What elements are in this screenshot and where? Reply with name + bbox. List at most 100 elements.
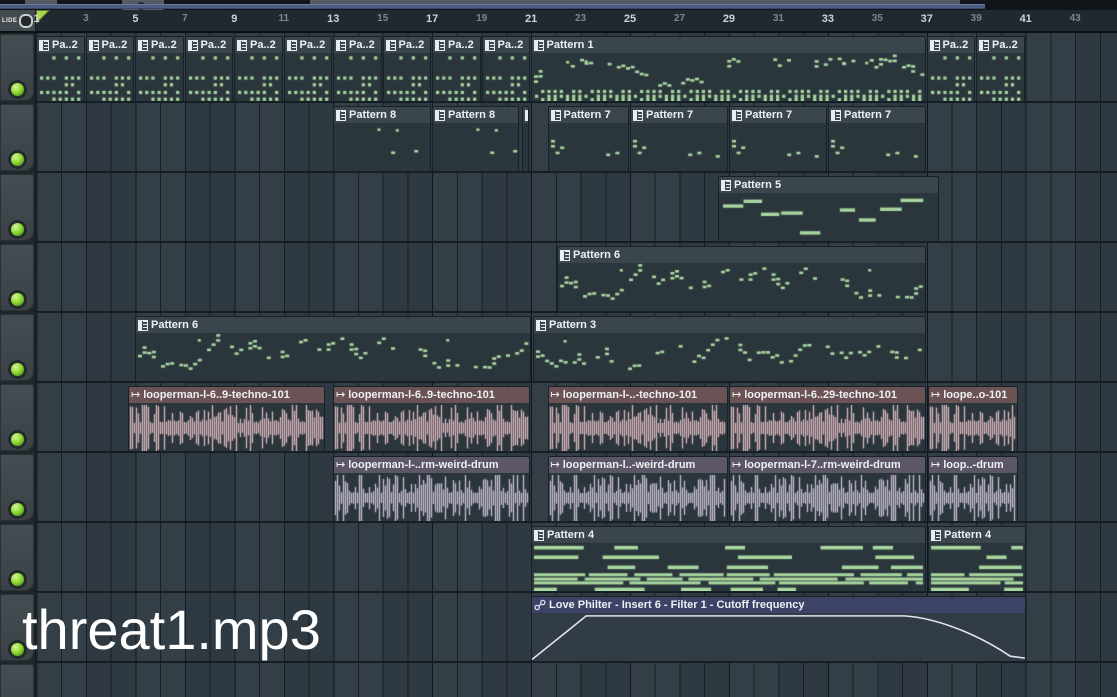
track-mute-led[interactable] [11, 573, 24, 586]
clip-header[interactable]: Pa..2 [136, 37, 183, 53]
track-mute-led[interactable] [11, 503, 24, 516]
clip-body [719, 193, 938, 241]
clip-header[interactable]: ↦ looperman-l-6..29-techno-101 [730, 387, 925, 403]
clip-header[interactable]: Pattern 1 [531, 37, 925, 53]
audio-clip[interactable]: ↦ looperman-l-6..9-techno-101 [333, 386, 530, 452]
clip-header[interactable]: Pa..2 [927, 37, 974, 53]
midi-clip-icon [560, 249, 570, 261]
automation-clip[interactable]: Love Philter - Insert 6 - Filter 1 - Cut… [531, 596, 1026, 662]
clip-header[interactable]: Pa..2 [86, 37, 133, 53]
audio-clip[interactable]: ↦ looperman-l..-weird-drum [547, 456, 728, 522]
track-mute-led[interactable] [11, 153, 24, 166]
clip-header[interactable]: Pattern 7 [829, 107, 925, 123]
pattern-clip[interactable]: Pattern 7 [630, 106, 728, 172]
track-head[interactable] [0, 104, 34, 171]
pattern-clip[interactable]: Pa..2 [85, 36, 134, 102]
audio-clip[interactable]: ↦ loop..-drum [928, 456, 1018, 522]
pattern-clip[interactable]: Pattern 1 [530, 36, 926, 102]
pattern-clip[interactable]: Pa..2 [234, 36, 283, 102]
clip-header[interactable]: ↦ looperman-l-6..9-techno-101 [334, 387, 529, 403]
clip-header[interactable]: Pattern 5 [719, 177, 938, 193]
track-head[interactable] [0, 244, 34, 311]
audio-clip[interactable]: ↦ looperman-l-..rm-weird-drum [333, 456, 530, 522]
track-head[interactable] [0, 524, 34, 591]
pattern-clip[interactable]: Pattern 4 [928, 526, 1026, 592]
clip-header[interactable]: Pa..2 [37, 37, 84, 53]
audio-clip[interactable]: ↦ loope..o-101 [928, 386, 1018, 452]
track-mute-led[interactable] [11, 83, 24, 96]
timeline-ruler[interactable]: 1 3 5 7 9 11 13 15 17 19 21 23 25 27 29 31 33 35 37 39 41 43 [33, 10, 1117, 33]
clip-header[interactable]: ↦ looperman-l-..rm-weird-drum [334, 457, 529, 473]
clip-header[interactable]: ↦ looperman-l..-weird-drum [548, 457, 727, 473]
clip-header[interactable]: Pattern 7 [730, 107, 826, 123]
pattern-clip[interactable]: Pattern 6 [135, 316, 531, 382]
pattern-clip[interactable]: Pattern 7 [729, 106, 827, 172]
pattern-clip[interactable]: Pa..2 [976, 36, 1025, 102]
track-head[interactable] [0, 664, 34, 697]
horizontal-scrollbar-blue[interactable] [0, 4, 985, 9]
pattern-clip[interactable]: Pa..2 [283, 36, 332, 102]
audio-clip[interactable]: ↦ looperman-l-7..rm-weird-drum [729, 456, 926, 522]
clip-header[interactable]: Pa..2 [185, 37, 232, 53]
clip-header[interactable]: ↦ loope..o-101 [929, 387, 1017, 403]
clip-header[interactable] [522, 107, 528, 123]
pattern-clip[interactable]: Pa..2 [432, 36, 481, 102]
track-mute-led[interactable] [11, 363, 24, 376]
clip-body [730, 403, 925, 451]
clip-label: Pa..2 [497, 39, 524, 51]
clip-header[interactable]: Pa..2 [977, 37, 1024, 53]
track-mute-led[interactable] [11, 293, 24, 306]
clip-header[interactable]: Pattern 6 [558, 247, 925, 263]
clip-label: Pattern 4 [944, 529, 992, 541]
pattern-clip[interactable]: Pattern 4 [531, 526, 926, 592]
pattern-clip[interactable]: Pa..2 [382, 36, 431, 102]
note-preview [531, 53, 926, 101]
automation-curve[interactable] [532, 613, 1025, 661]
pattern-clip[interactable]: Pattern 5 [718, 176, 939, 242]
clip-header[interactable]: Pattern 4 [532, 527, 925, 543]
track-head[interactable] [0, 384, 34, 451]
pattern-clip[interactable]: Pa..2 [333, 36, 382, 102]
pattern-clip[interactable]: Pa..2 [481, 36, 530, 102]
pattern-clip[interactable]: Pattern 6 [557, 246, 926, 312]
audio-clip[interactable]: ↦ looperman-l-6..29-techno-101 [729, 386, 926, 452]
clip-header[interactable]: Pa..2 [482, 37, 529, 53]
pattern-clip[interactable]: Pattern 8 [333, 106, 431, 172]
clip-header[interactable]: Pattern 3 [534, 317, 925, 333]
clip-body [334, 53, 381, 101]
slide-toggle[interactable] [19, 13, 33, 28]
clip-header[interactable]: Pattern 7 [631, 107, 727, 123]
audio-clip[interactable]: ↦ looperman-l-..-techno-101 [547, 386, 728, 452]
pattern-clip[interactable]: Pa..2 [184, 36, 233, 102]
clip-header[interactable]: Pa..2 [433, 37, 480, 53]
clip-header[interactable]: Pa..2 [383, 37, 430, 53]
clip-header[interactable]: ↦ looperman-l-7..rm-weird-drum [730, 457, 925, 473]
track-head[interactable] [0, 34, 34, 101]
track-mute-led[interactable] [11, 433, 24, 446]
pattern-clip[interactable]: Pa..2 [36, 36, 85, 102]
pattern-clip[interactable]: Pattern 8 [432, 106, 519, 172]
clip-header[interactable]: Love Philter - Insert 6 - Filter 1 - Cut… [532, 597, 1025, 613]
pattern-clip[interactable]: Pattern 3 [533, 316, 926, 382]
clip-header[interactable]: Pa..2 [235, 37, 282, 53]
track-head[interactable] [0, 454, 34, 521]
track-mute-led[interactable] [11, 223, 24, 236]
audio-clip[interactable]: ↦ looperman-l-6..9-techno-101 [128, 386, 325, 452]
pattern-clip[interactable] [521, 106, 529, 172]
clip-header[interactable]: Pa..2 [284, 37, 331, 53]
clip-header[interactable]: ↦ looperman-l-..-techno-101 [548, 387, 727, 403]
clip-header[interactable]: Pattern 7 [548, 107, 628, 123]
pattern-clip[interactable]: Pattern 7 [828, 106, 926, 172]
clip-header[interactable]: Pattern 8 [433, 107, 518, 123]
clip-header[interactable]: Pattern 6 [136, 317, 530, 333]
clip-header[interactable]: ↦ looperman-l-6..9-techno-101 [129, 387, 324, 403]
pattern-clip[interactable]: Pattern 7 [547, 106, 629, 172]
clip-header[interactable]: ↦ loop..-drum [929, 457, 1017, 473]
clip-header[interactable]: Pattern 8 [334, 107, 430, 123]
pattern-clip[interactable]: Pa..2 [926, 36, 975, 102]
track-head[interactable] [0, 174, 34, 241]
clip-header[interactable]: Pa..2 [334, 37, 381, 53]
pattern-clip[interactable]: Pa..2 [135, 36, 184, 102]
clip-header[interactable]: Pattern 4 [929, 527, 1025, 543]
track-head[interactable] [0, 314, 34, 381]
